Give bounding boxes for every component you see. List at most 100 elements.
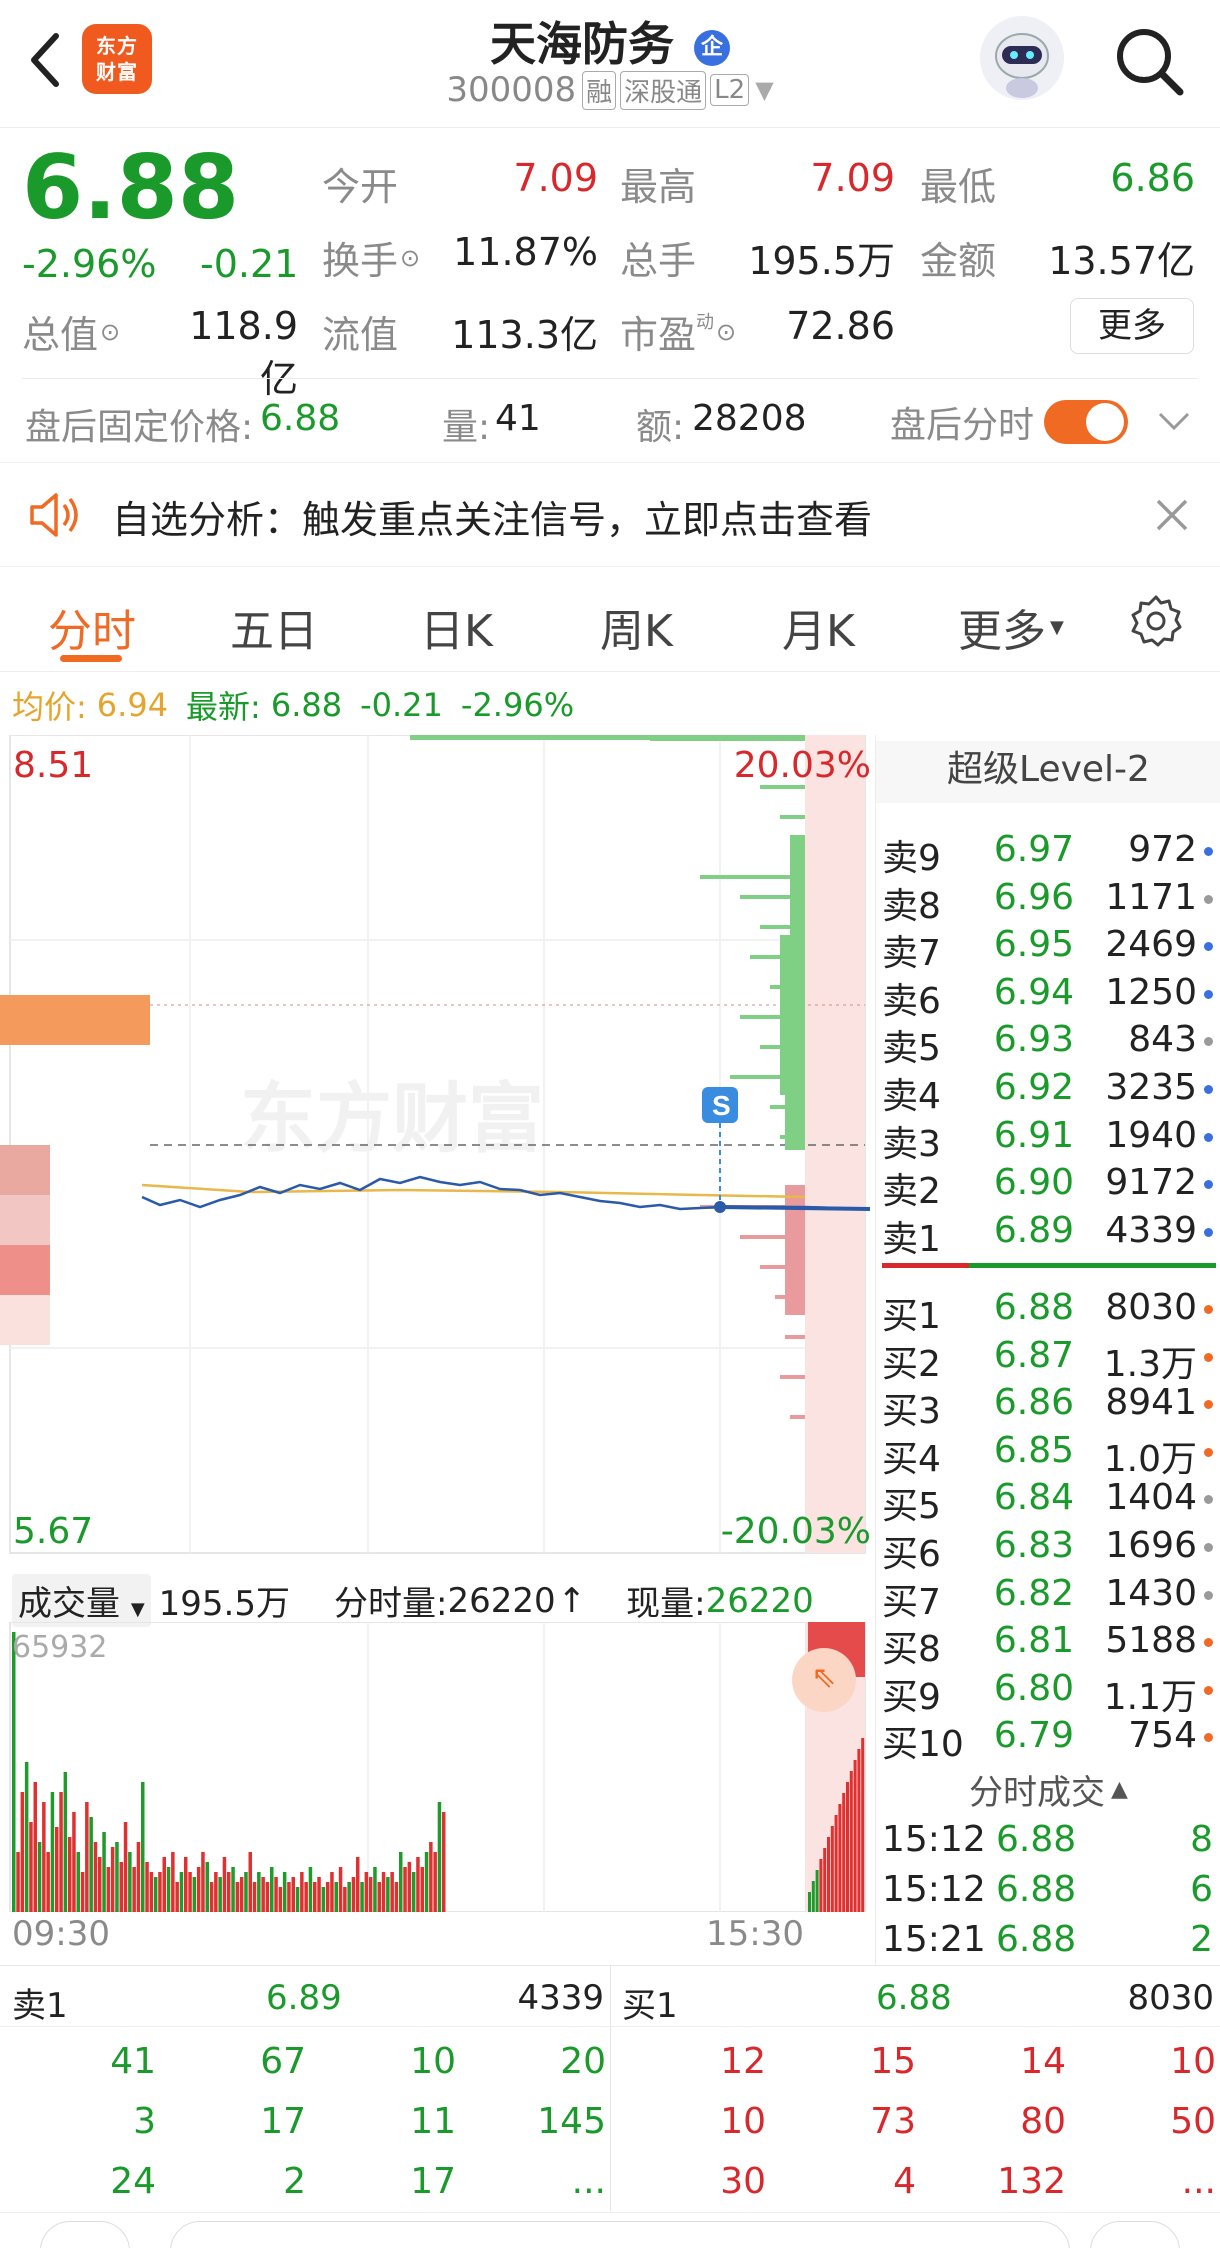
last-price: 6.88 bbox=[22, 136, 240, 239]
close-icon[interactable] bbox=[1152, 495, 1192, 535]
arrow-up-icon: ↑ bbox=[557, 1580, 587, 1621]
ask-queue-cell: ... bbox=[571, 2161, 606, 2202]
bid-row[interactable]: 买1 6.88 8030 bbox=[876, 1283, 1220, 1337]
ask-row[interactable]: 卖4 6.92 3235 bbox=[876, 1063, 1220, 1117]
info-icon[interactable]: ⊙ bbox=[400, 244, 420, 272]
bid-row[interactable]: 买3 6.86 8941 bbox=[876, 1378, 1220, 1432]
tab-more-label: 更多 bbox=[958, 606, 1046, 657]
notice-text[interactable]: 自选分析：触发重点关注信号，立即点击查看 bbox=[112, 489, 872, 544]
volume-bar bbox=[171, 1852, 175, 1912]
order-marker-dot bbox=[1204, 1495, 1213, 1505]
notice-banner[interactable]: 自选分析：触发重点关注信号，立即点击查看 bbox=[0, 462, 1220, 566]
volume-bar bbox=[295, 1887, 300, 1912]
ask-queue-label: 卖1 bbox=[12, 1986, 68, 2026]
intraday-chart[interactable]: 东方财富 S 8.51 20.03% 5.67 -20.03% bbox=[0, 734, 875, 1557]
volume-bar bbox=[368, 1877, 373, 1912]
bid-row[interactable]: 买2 6.87 1.3万 bbox=[876, 1331, 1220, 1385]
tab-intraday[interactable]: 分时 bbox=[48, 595, 136, 659]
volume-bar bbox=[59, 1792, 63, 1912]
volume-bar bbox=[390, 1872, 394, 1912]
after-hours-amt: 28208 bbox=[692, 398, 807, 439]
volume-bar bbox=[313, 1882, 317, 1912]
info-icon[interactable]: ⊙ bbox=[100, 318, 120, 346]
ask-queue-cell: 10 bbox=[410, 2041, 456, 2082]
toolbar-round-button[interactable] bbox=[1090, 2221, 1180, 2248]
volume-bar bbox=[141, 1782, 145, 1912]
tab-weekly-k[interactable]: 周K bbox=[600, 595, 673, 659]
fund-flow-bar bbox=[0, 1295, 50, 1345]
caret-down-icon: ▼ bbox=[130, 1599, 145, 1620]
ask-volume: 1250 bbox=[1105, 971, 1197, 1013]
volume-bars-svg bbox=[9, 1621, 866, 1913]
info-icon[interactable]: ⊙ bbox=[716, 318, 736, 346]
ask-queue-cell: 2 bbox=[283, 2161, 306, 2202]
tick-volume: 6 bbox=[1190, 1869, 1213, 1910]
volume-bar bbox=[12, 1632, 16, 1912]
value-pe: 72.86 bbox=[786, 304, 895, 348]
tab-monthly-k[interactable]: 月K bbox=[782, 595, 855, 659]
fund-flow-bar bbox=[0, 995, 150, 1045]
bid-row[interactable]: 买10 6.79 754 bbox=[876, 1711, 1220, 1765]
volume-bar bbox=[853, 1760, 857, 1912]
label-total-cap-text: 总值 bbox=[22, 313, 99, 357]
search-icon[interactable] bbox=[1110, 22, 1190, 102]
bid-row[interactable]: 买9 6.80 1.1万 bbox=[876, 1664, 1220, 1718]
robot-avatar-icon[interactable] bbox=[980, 16, 1064, 100]
order-book: 超级Level-2 卖9 6.97 972 卖8 6.96 1171 卖7 6.95 2469 卖… bbox=[875, 735, 1220, 1965]
volume-chart[interactable]: 65932 ⇖ bbox=[0, 1621, 875, 1913]
bid-price: 6.88 bbox=[993, 1287, 1074, 1328]
ask-row[interactable]: 卖9 6.97 972 bbox=[876, 825, 1220, 879]
toolbar-round-button[interactable] bbox=[40, 2221, 130, 2248]
volume-bar bbox=[416, 1857, 420, 1912]
after-hours-toggle[interactable] bbox=[1044, 400, 1128, 444]
ask-row[interactable]: 卖7 6.95 2469 bbox=[876, 920, 1220, 974]
volume-bar bbox=[351, 1877, 356, 1912]
bid-row[interactable]: 买5 6.84 1404 bbox=[876, 1473, 1220, 1527]
ask-queue-total: 4339 bbox=[517, 1978, 604, 2018]
chevron-down-icon[interactable] bbox=[1154, 404, 1194, 440]
volume-bar bbox=[50, 1792, 55, 1912]
order-marker-dot bbox=[1204, 942, 1213, 952]
tab-more[interactable]: 更多 ▼ bbox=[958, 595, 1064, 659]
ask-price: 6.93 bbox=[993, 1019, 1074, 1061]
bid-row[interactable]: 买7 6.82 1430 bbox=[876, 1569, 1220, 1623]
toolbar-input-area[interactable] bbox=[170, 2221, 1070, 2248]
tag-connect: 深股通 bbox=[620, 70, 707, 110]
volume-bar bbox=[162, 1857, 166, 1912]
ask-volume: 3235 bbox=[1105, 1067, 1197, 1108]
order-marker-dot bbox=[1204, 847, 1213, 856]
ask-row[interactable]: 卖1 6.89 4339 bbox=[876, 1206, 1220, 1260]
ask-row[interactable]: 卖6 6.94 1250 bbox=[876, 968, 1220, 1022]
ticks-title[interactable]: 分时成交 ▲ bbox=[876, 1765, 1220, 1814]
volume-bar bbox=[282, 1872, 287, 1912]
volume-bar bbox=[834, 1815, 838, 1912]
order-marker-dot bbox=[1204, 1352, 1213, 1362]
tick-row: 15:12 6.88 8 bbox=[876, 1815, 1220, 1863]
volume-bar bbox=[175, 1882, 179, 1912]
intraday-chart-svg: 东方财富 S bbox=[0, 734, 871, 1554]
level2-title[interactable]: 超级Level-2 bbox=[876, 741, 1220, 803]
ask-row[interactable]: 卖2 6.90 9172 bbox=[876, 1158, 1220, 1212]
value-volume: 195.5万 bbox=[748, 239, 895, 283]
tab-daily-k[interactable]: 日K bbox=[420, 595, 493, 659]
volume-selector[interactable]: 成交量 ▼ bbox=[12, 1574, 151, 1627]
volume-bar bbox=[184, 1857, 188, 1912]
order-marker-dot bbox=[1204, 1590, 1213, 1600]
current-volume-label: 现量: bbox=[626, 1584, 706, 1624]
bid-row[interactable]: 买4 6.85 1.0万 bbox=[876, 1426, 1220, 1480]
volume-bar bbox=[205, 1862, 209, 1912]
volume-bar bbox=[386, 1877, 390, 1912]
ask-price: 6.97 bbox=[993, 829, 1074, 870]
bid-row[interactable]: 买8 6.81 5188 bbox=[876, 1616, 1220, 1670]
volume-bar bbox=[278, 1887, 283, 1912]
chevron-down-icon[interactable]: ▼ bbox=[755, 76, 773, 104]
tab-five-day[interactable]: 五日 bbox=[230, 595, 318, 659]
ask-row[interactable]: 卖8 6.96 1171 bbox=[876, 873, 1220, 927]
more-button[interactable]: 更多 bbox=[1070, 298, 1194, 354]
settings-gear-icon[interactable] bbox=[1128, 593, 1184, 649]
time-end: 15:30 bbox=[706, 1914, 804, 1954]
ask-row[interactable]: 卖3 6.91 1940 bbox=[876, 1111, 1220, 1165]
bid-row[interactable]: 买6 6.83 1696 bbox=[876, 1521, 1220, 1575]
orange-marker-icon[interactable]: ⇖ bbox=[792, 1648, 856, 1712]
ask-row[interactable]: 卖5 6.93 843 bbox=[876, 1015, 1220, 1069]
